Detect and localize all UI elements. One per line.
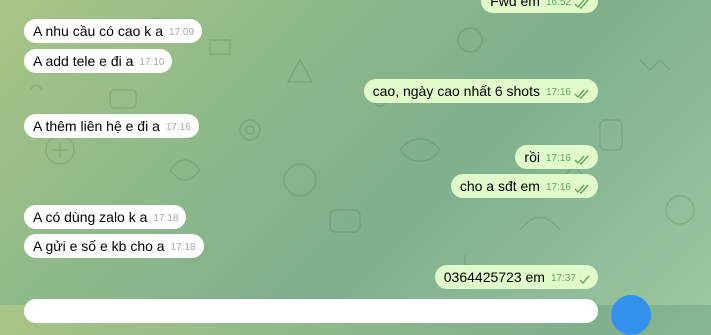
- message-text: Fwd em: [490, 0, 540, 9]
- message-text: A gửi e số e kb cho a: [33, 238, 165, 254]
- message-list[interactable]: Fwd em 16:52 A nhu cầu có cao k a 17:09 …: [0, 0, 711, 305]
- message-time: 17:37: [550, 273, 576, 284]
- message-time: 17:18: [170, 242, 196, 253]
- message-bubble-outgoing[interactable]: cho a sđt em 17:16: [450, 174, 598, 198]
- message-text: cao, ngày cao nhất 6 shots: [372, 83, 540, 99]
- message-bubble-incoming[interactable]: A gửi e số e kb cho a 17:18: [24, 234, 204, 258]
- message-bubble-outgoing[interactable]: Fwd em 16:52: [481, 0, 598, 13]
- message-bubble-incoming[interactable]: A thêm liên hệ e đi a 17:16: [24, 114, 199, 138]
- message-bubble-outgoing[interactable]: rồi 17:16: [515, 145, 598, 169]
- message-bubble-incoming[interactable]: A có dùng zalo k a 17:18: [24, 205, 187, 229]
- message-text: A thêm liên hệ e đi a: [33, 118, 160, 134]
- double-check-icon: [574, 89, 589, 99]
- message-time: 17:16: [545, 182, 571, 193]
- message-input[interactable]: [24, 299, 598, 323]
- message-text: cho a sđt em: [459, 178, 540, 194]
- message-time: 17:10: [139, 57, 165, 68]
- send-button[interactable]: [611, 295, 651, 335]
- message-text: A nhu cầu có cao k a: [33, 23, 163, 39]
- double-check-icon: [574, 155, 589, 165]
- message-time: 17:09: [168, 27, 195, 38]
- message-text: 0364425723 em: [443, 269, 545, 285]
- double-check-icon: [574, 184, 589, 194]
- message-time: 17:16: [545, 153, 571, 164]
- message-bubble-outgoing[interactable]: cao, ngày cao nhất 6 shots 17:16: [363, 79, 598, 103]
- double-check-icon: [574, 0, 589, 9]
- message-text: A add tele e đi a: [33, 53, 134, 69]
- message-time: 17:18: [153, 213, 179, 224]
- message-time: 17:16: [165, 122, 191, 133]
- message-time: 17:16: [545, 87, 571, 98]
- message-text: A có dùng zalo k a: [33, 209, 148, 225]
- message-bubble-outgoing[interactable]: 0364425723 em 17:37: [434, 265, 598, 289]
- message-bubble-incoming[interactable]: A add tele e đi a 17:10: [24, 49, 173, 73]
- check-icon: [579, 275, 590, 284]
- message-bubble-incoming[interactable]: A nhu cầu có cao k a 17:09: [24, 19, 203, 43]
- message-time: 16:52: [545, 0, 571, 8]
- message-text: rồi: [524, 149, 540, 165]
